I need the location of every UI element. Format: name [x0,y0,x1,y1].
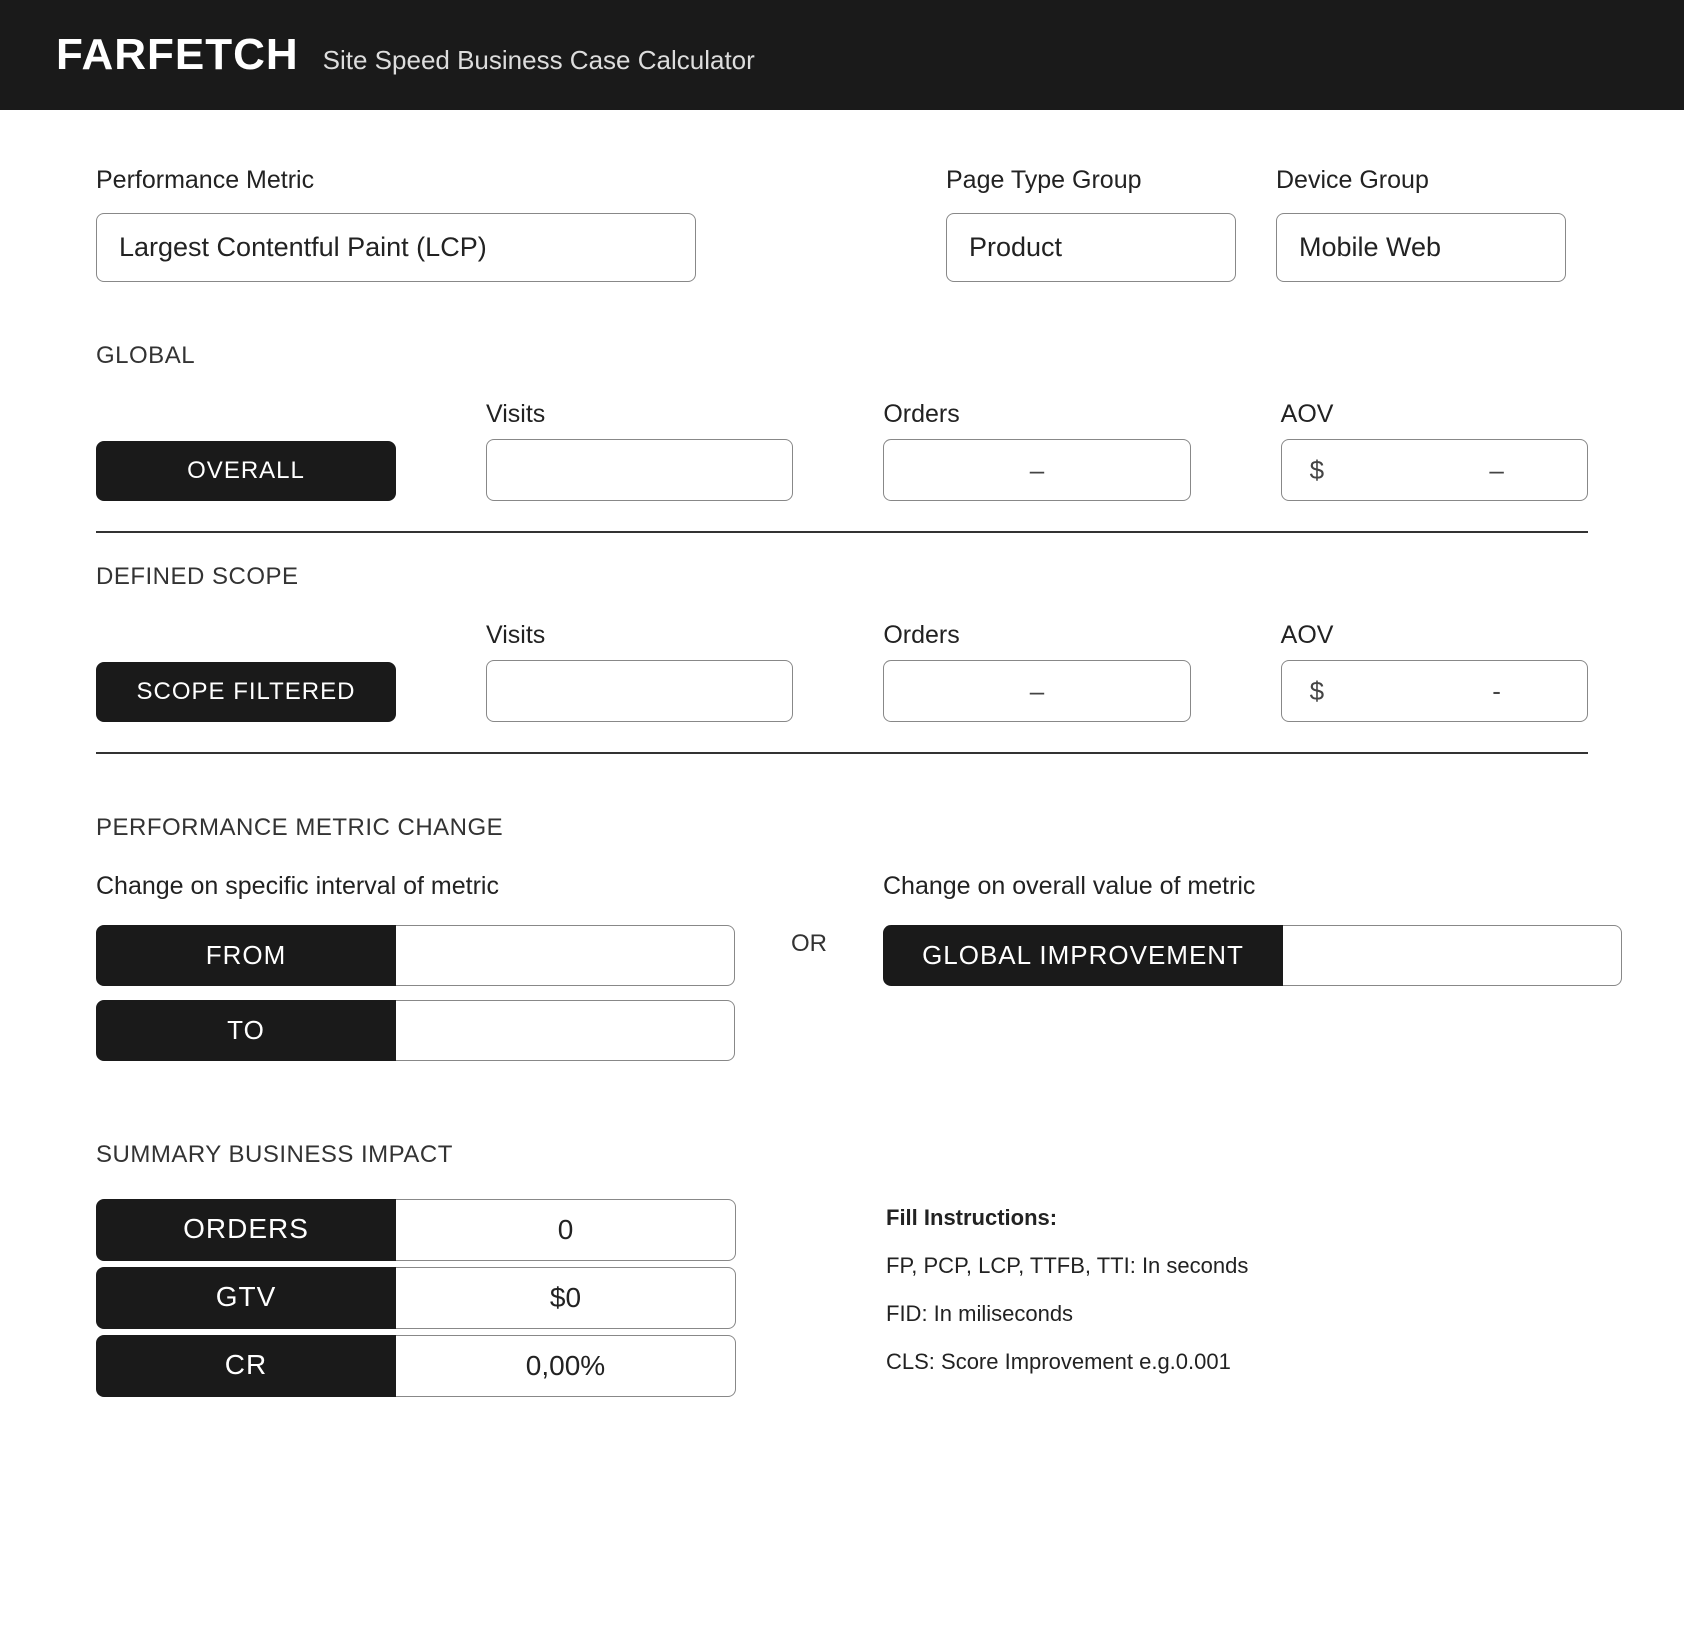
section-change: PERFORMANCE METRIC CHANGE [96,814,1588,842]
global-improvement-row: GLOBAL IMPROVEMENT [883,925,1622,986]
or-separator: OR [791,872,827,958]
filter-label: Device Group [1276,166,1566,195]
summary-section: SUMMARY BUSINESS IMPACT ORDERS 0 GTV $0 … [96,1141,1588,1397]
overall-label: OVERALL [96,441,396,501]
interval-label: Change on specific interval of metric [96,872,735,901]
from-label: FROM [96,925,396,986]
section-scope: DEFINED SCOPE [96,563,1588,591]
summary-gtv-row: GTV $0 [96,1267,736,1329]
aov-amount: – [1424,455,1569,486]
device-group-select[interactable]: Mobile Web [1276,213,1566,282]
fill-instructions: Fill Instructions: FP, PCP, LCP, TTFB, T… [886,1199,1588,1375]
summary-orders-value: 0 [396,1199,736,1261]
summary-gtv-value: $0 [396,1267,736,1329]
filter-device-group: Device Group Mobile Web [1276,166,1566,282]
currency-symbol: $ [1310,455,1324,486]
section-global: GLOBAL [96,342,1588,370]
page-title: Site Speed Business Case Calculator [323,45,755,76]
overall-change-col: Change on overall value of metric GLOBAL… [883,872,1622,986]
page-type-select[interactable]: Product [946,213,1236,282]
performance-metric-select[interactable]: Largest Contentful Paint (LCP) [96,213,696,282]
to-input[interactable] [396,1000,735,1061]
summary-orders-row: ORDERS 0 [96,1199,736,1261]
filter-performance-metric: Performance Metric Largest Contentful Pa… [96,166,696,282]
summary-cr-label: CR [96,1335,396,1397]
col-visits: Visits [486,621,793,650]
summary-cr-value: 0,00% [396,1335,736,1397]
global-orders-value: – [883,439,1190,501]
col-orders: Orders [883,621,1190,650]
to-label: TO [96,1000,396,1061]
summary-cr-row: CR 0,00% [96,1335,736,1397]
global-improvement-input[interactable] [1283,925,1622,986]
instructions-line: FID: In miliseconds [886,1301,1588,1327]
scope-orders-value: – [883,660,1190,722]
to-row: TO [96,1000,735,1061]
col-aov: AOV [1281,400,1588,429]
filter-label: Page Type Group [946,166,1236,195]
change-section: PERFORMANCE METRIC CHANGE Change on spec… [96,814,1588,1061]
currency-symbol: $ [1310,676,1324,707]
divider [96,531,1588,533]
overall-label: Change on overall value of metric [883,872,1622,901]
section-summary: SUMMARY BUSINESS IMPACT [96,1141,1588,1169]
global-aov-value: $ – [1281,439,1588,501]
divider [96,752,1588,754]
global-visits-input[interactable] [486,439,793,501]
app-header: FARFETCH Site Speed Business Case Calcul… [0,0,1684,110]
instructions-line: CLS: Score Improvement e.g.0.001 [886,1349,1588,1375]
from-input[interactable] [396,925,735,986]
filters-row: Performance Metric Largest Contentful Pa… [96,166,1588,282]
filter-page-type: Page Type Group Product [946,166,1236,282]
scope-visits-input[interactable] [486,660,793,722]
global-row: OVERALL Visits Orders – AOV $ – [96,400,1588,501]
scope-aov-value: $ - [1281,660,1588,722]
summary-orders-label: ORDERS [96,1199,396,1261]
summary-rows: ORDERS 0 GTV $0 CR 0,00% [96,1199,736,1397]
main-content: Performance Metric Largest Contentful Pa… [0,110,1684,1453]
col-orders: Orders [883,400,1190,429]
interval-change-col: Change on specific interval of metric FR… [96,872,735,1061]
brand-logo: FARFETCH [56,30,299,80]
aov-amount: - [1424,676,1569,707]
scope-filtered-label: SCOPE FILTERED [96,662,396,722]
global-improvement-label: GLOBAL IMPROVEMENT [883,925,1283,986]
instructions-title: Fill Instructions: [886,1205,1588,1231]
summary-gtv-label: GTV [96,1267,396,1329]
filter-label: Performance Metric [96,166,696,195]
col-visits: Visits [486,400,793,429]
col-aov: AOV [1281,621,1588,650]
scope-row: SCOPE FILTERED Visits Orders – AOV $ - [96,621,1588,722]
instructions-line: FP, PCP, LCP, TTFB, TTI: In seconds [886,1253,1588,1279]
from-row: FROM [96,925,735,986]
